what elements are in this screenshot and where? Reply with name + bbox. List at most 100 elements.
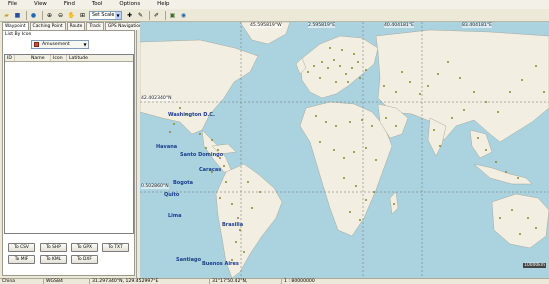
menu-file[interactable]: File bbox=[0, 0, 26, 9]
waypoint-marker-icon[interactable] bbox=[217, 149, 219, 151]
waypoint-marker-icon[interactable] bbox=[335, 81, 337, 83]
waypoint-marker-icon[interactable] bbox=[333, 149, 335, 151]
waypoint-marker-icon[interactable] bbox=[437, 73, 439, 75]
menu-help[interactable]: Help bbox=[149, 0, 178, 9]
waypoint-marker-icon[interactable] bbox=[395, 125, 397, 127]
waypoint-marker-icon[interactable] bbox=[351, 67, 353, 69]
waypoint-marker-icon[interactable] bbox=[395, 91, 397, 93]
column-header-id[interactable]: ID bbox=[5, 55, 15, 61]
zoom-in-icon[interactable]: ⊕ bbox=[45, 11, 54, 20]
waypoint-marker-icon[interactable] bbox=[343, 157, 345, 159]
save-icon[interactable]: ■ bbox=[13, 11, 22, 20]
globe-icon[interactable]: ● bbox=[29, 11, 38, 20]
waypoint-marker-icon[interactable] bbox=[495, 161, 497, 163]
waypoint-marker-icon[interactable] bbox=[451, 117, 453, 119]
tab-track[interactable]: Track bbox=[86, 22, 104, 30]
waypoint-marker-icon[interactable] bbox=[319, 77, 321, 79]
edit-icon[interactable]: ✐ bbox=[152, 11, 161, 20]
waypoint-marker-icon[interactable] bbox=[231, 203, 233, 205]
waypoint-marker-icon[interactable] bbox=[519, 233, 521, 235]
waypoint-marker-icon[interactable] bbox=[205, 147, 207, 149]
waypoint-marker-icon[interactable] bbox=[373, 191, 375, 193]
menu-tool[interactable]: Tool bbox=[84, 0, 111, 9]
waypoint-marker-icon[interactable] bbox=[499, 217, 501, 219]
waypoint-marker-icon[interactable] bbox=[485, 149, 487, 151]
waypoint-marker-icon[interactable] bbox=[511, 209, 513, 211]
zoom-out-icon[interactable]: ⊖ bbox=[56, 11, 65, 20]
menu-find[interactable]: Find bbox=[56, 0, 84, 9]
waypoint-marker-icon[interactable] bbox=[361, 119, 363, 121]
waypoint-table[interactable]: ID Name Icon Latitude bbox=[4, 54, 134, 234]
menu-options[interactable]: Options bbox=[111, 0, 149, 9]
waypoint-marker-icon[interactable] bbox=[319, 141, 321, 143]
waypoint-marker-icon[interactable] bbox=[251, 207, 253, 209]
ruler-icon[interactable]: ✎ bbox=[136, 11, 145, 20]
waypoint-marker-icon[interactable] bbox=[357, 61, 359, 63]
waypoint-marker-icon[interactable] bbox=[239, 229, 241, 231]
waypoint-marker-icon[interactable] bbox=[353, 151, 355, 153]
waypoint-marker-icon[interactable] bbox=[401, 71, 403, 73]
waypoint-marker-icon[interactable] bbox=[199, 133, 201, 135]
waypoint-marker-icon[interactable] bbox=[385, 117, 387, 119]
waypoint-marker-icon[interactable] bbox=[307, 71, 309, 73]
waypoint-marker-icon[interactable] bbox=[543, 91, 545, 93]
waypoint-marker-icon[interactable] bbox=[211, 139, 213, 141]
waypoint-marker-icon[interactable] bbox=[447, 61, 449, 63]
waypoint-marker-icon[interactable] bbox=[473, 91, 475, 93]
tab-caching-point[interactable]: Caching Point bbox=[29, 22, 66, 30]
waypoint-marker-icon[interactable] bbox=[355, 185, 357, 187]
waypoint-marker-icon[interactable] bbox=[333, 59, 335, 61]
world-map[interactable]: 45.595819°W 2.595819°E 40.404181°E 83.40… bbox=[140, 22, 549, 278]
waypoint-marker-icon[interactable] bbox=[343, 177, 345, 179]
scale-select[interactable]: Set Scale ▼ bbox=[89, 10, 122, 20]
waypoint-marker-icon[interactable] bbox=[517, 177, 519, 179]
column-header-name[interactable]: Name bbox=[15, 55, 51, 61]
to-txt-button[interactable]: To TXT bbox=[102, 243, 129, 252]
to-gpx-button[interactable]: To GPX bbox=[71, 243, 98, 252]
column-header-icon[interactable]: Icon bbox=[51, 55, 67, 61]
waypoint-marker-icon[interactable] bbox=[371, 125, 373, 127]
waypoint-marker-icon[interactable] bbox=[375, 159, 377, 161]
waypoint-marker-icon[interactable] bbox=[259, 191, 261, 193]
waypoint-marker-icon[interactable] bbox=[327, 67, 329, 69]
waypoint-marker-icon[interactable] bbox=[365, 147, 367, 149]
waypoint-marker-icon[interactable] bbox=[339, 65, 341, 67]
to-shp-button[interactable]: To SHP bbox=[40, 243, 67, 252]
waypoint-marker-icon[interactable] bbox=[419, 93, 421, 95]
waypoint-marker-icon[interactable] bbox=[315, 115, 317, 117]
waypoint-marker-icon[interactable] bbox=[535, 65, 537, 67]
waypoint-marker-icon[interactable] bbox=[521, 79, 523, 81]
waypoint-marker-icon[interactable] bbox=[509, 91, 511, 93]
to-kml-button[interactable]: To KML bbox=[40, 255, 67, 264]
waypoint-marker-icon[interactable] bbox=[243, 251, 245, 253]
waypoint-marker-icon[interactable] bbox=[235, 241, 237, 243]
waypoint-marker-icon[interactable] bbox=[237, 217, 239, 219]
waypoint-marker-icon[interactable] bbox=[349, 211, 351, 213]
to-dxf-button[interactable]: To DXF bbox=[71, 255, 98, 264]
waypoint-marker-icon[interactable] bbox=[497, 111, 499, 113]
tab-waypoint[interactable]: Waypoint bbox=[2, 22, 29, 30]
web-icon[interactable]: ◉ bbox=[179, 11, 188, 20]
waypoint-marker-icon[interactable] bbox=[223, 165, 225, 167]
tab-route[interactable]: Route bbox=[66, 22, 86, 30]
waypoint-marker-icon[interactable] bbox=[477, 137, 479, 139]
waypoint-marker-icon[interactable] bbox=[225, 181, 227, 183]
waypoint-marker-icon[interactable] bbox=[459, 77, 461, 79]
waypoint-marker-icon[interactable] bbox=[313, 65, 315, 67]
waypoint-marker-icon[interactable] bbox=[427, 85, 429, 87]
tab-gps-navigation[interactable]: GPS Navigation bbox=[104, 22, 145, 30]
waypoint-marker-icon[interactable] bbox=[365, 199, 367, 201]
waypoint-marker-icon[interactable] bbox=[463, 109, 465, 111]
waypoint-marker-icon[interactable] bbox=[393, 203, 395, 205]
to-mif-button[interactable]: To MIF bbox=[8, 255, 35, 264]
waypoint-marker-icon[interactable] bbox=[485, 101, 487, 103]
waypoint-marker-icon[interactable] bbox=[345, 73, 347, 75]
waypoint-marker-icon[interactable] bbox=[527, 217, 529, 219]
waypoint-marker-icon[interactable] bbox=[321, 61, 323, 63]
waypoint-marker-icon[interactable] bbox=[383, 85, 385, 87]
waypoint-marker-icon[interactable] bbox=[325, 121, 327, 123]
waypoint-marker-icon[interactable] bbox=[505, 171, 507, 173]
waypoint-marker-icon[interactable] bbox=[347, 81, 349, 83]
waypoint-marker-icon[interactable] bbox=[365, 69, 367, 71]
waypoint-marker-icon[interactable] bbox=[335, 125, 337, 127]
